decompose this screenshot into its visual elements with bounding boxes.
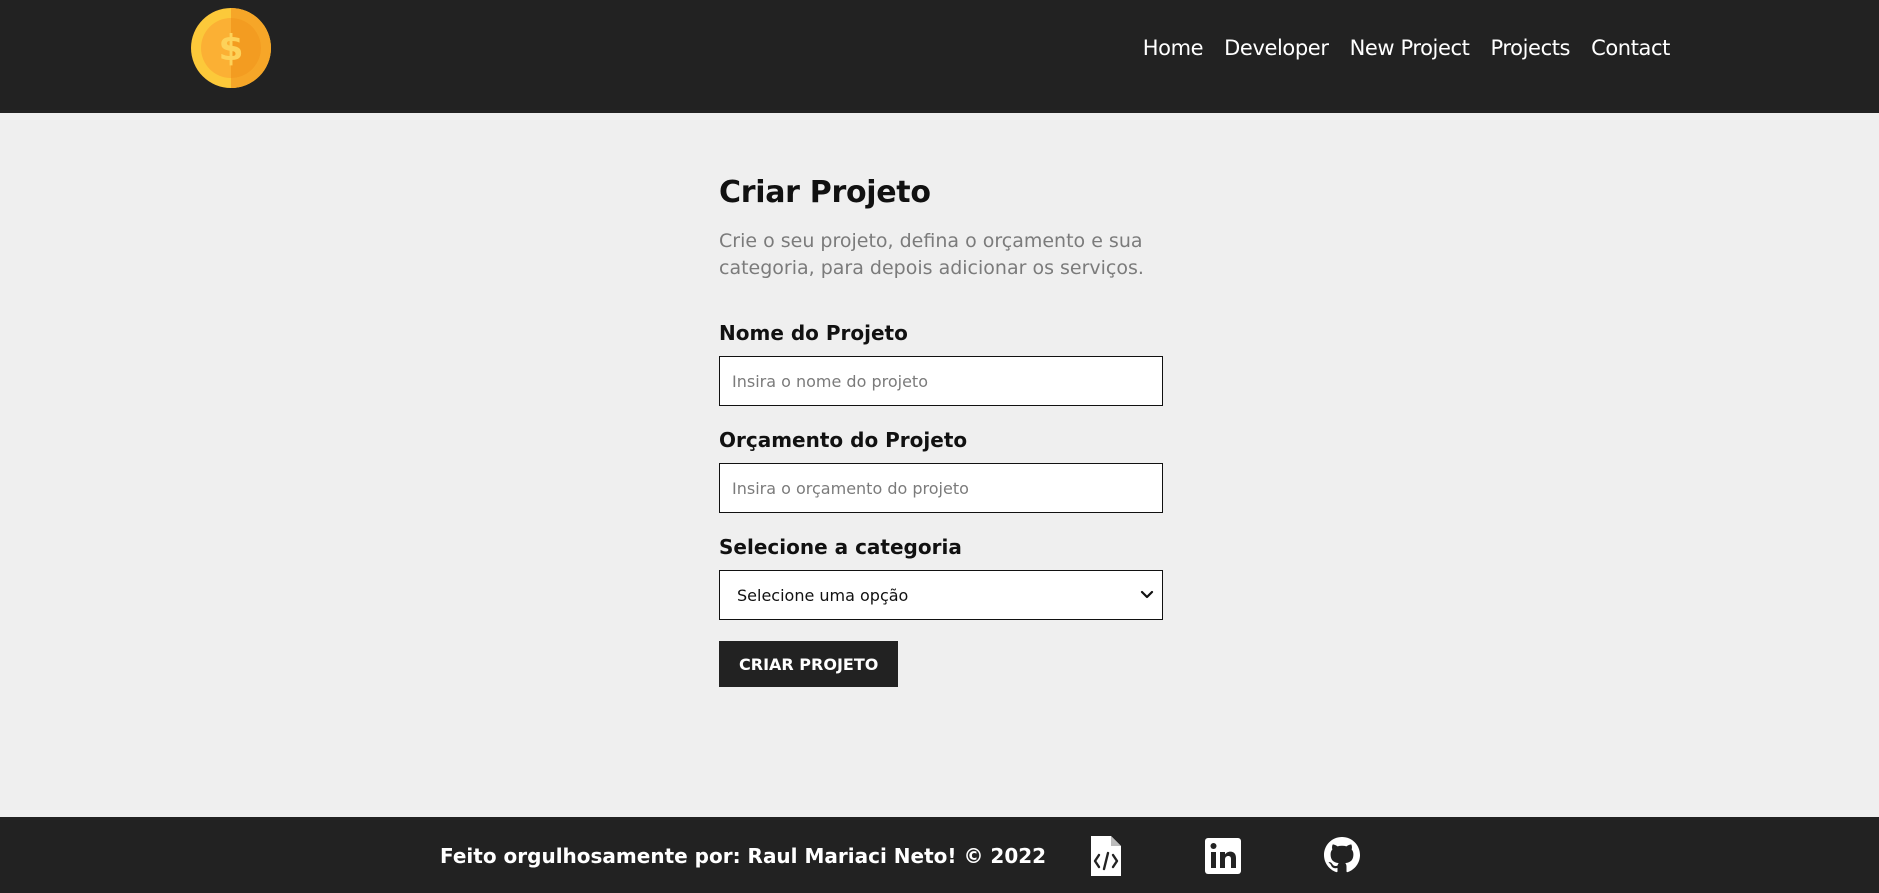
category-select-value: Selecione uma opção bbox=[737, 585, 909, 605]
nav-link-developer[interactable]: Developer bbox=[1224, 36, 1329, 60]
code-file-icon[interactable] bbox=[1085, 835, 1125, 877]
nav-link-new-project[interactable]: New Project bbox=[1350, 36, 1470, 60]
create-project-button[interactable]: CRIAR PROJETO bbox=[719, 641, 899, 687]
dollar-coin-icon[interactable]: $ bbox=[190, 7, 272, 89]
linkedin-icon[interactable] bbox=[1203, 835, 1243, 877]
page-title: Criar Projeto bbox=[719, 175, 931, 210]
category-label: Selecione a categoria bbox=[719, 535, 962, 559]
category-select[interactable]: Selecione uma opção bbox=[719, 570, 1163, 620]
project-name-label: Nome do Projeto bbox=[719, 321, 908, 345]
nav-link-home[interactable]: Home bbox=[1143, 36, 1204, 60]
page-subtitle: Crie o seu projeto, defina o orçamento e… bbox=[719, 230, 1144, 279]
svg-text:$: $ bbox=[218, 28, 243, 69]
nav-link-contact[interactable]: Contact bbox=[1591, 36, 1670, 60]
project-budget-label: Orçamento do Projeto bbox=[719, 428, 968, 452]
project-name-input[interactable] bbox=[719, 356, 1163, 406]
create-project-form: Criar Projeto Crie o seu projeto, defina… bbox=[719, 175, 1163, 687]
project-budget-input[interactable] bbox=[719, 463, 1163, 513]
footer-credits: Feito orgulhosamente por: Raul Mariaci N… bbox=[440, 844, 1047, 868]
nav-link-projects[interactable]: Projects bbox=[1491, 36, 1571, 60]
chevron-down-icon bbox=[1140, 590, 1154, 599]
footer: Feito orgulhosamente por: Raul Mariaci N… bbox=[0, 817, 1879, 893]
navbar: $ Home Developer New Project Projects Co… bbox=[0, 0, 1879, 113]
nav-menu: Home Developer New Project Projects Cont… bbox=[1122, 36, 1671, 60]
main-content: Criar Projeto Crie o seu projeto, defina… bbox=[0, 113, 1879, 817]
github-icon[interactable] bbox=[1322, 835, 1362, 877]
